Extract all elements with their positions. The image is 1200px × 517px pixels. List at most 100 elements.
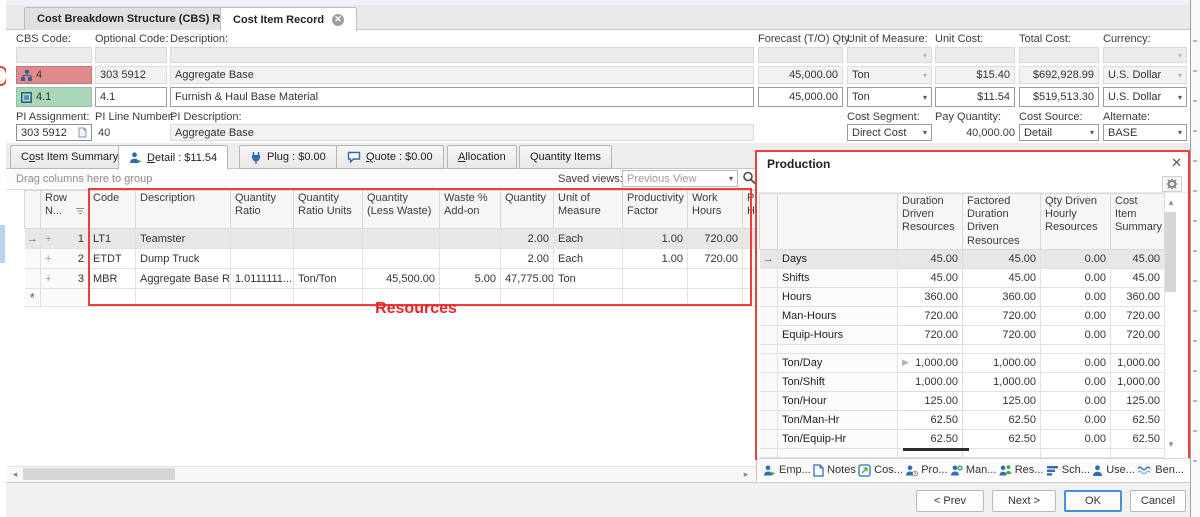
detail-grid-cell[interactable]: 45,500.00 <box>363 269 440 289</box>
production-row[interactable]: →Days45.0045.000.0045.00 <box>760 249 1165 268</box>
detail-grid-cell[interactable]: Each <box>554 249 623 269</box>
detail-grid-cell[interactable]: Each <box>554 229 623 249</box>
cost-source-dropdown[interactable]: Detail▾ <box>1019 124 1099 141</box>
detail-grid-cell[interactable]: Aggregate Base Rock <box>136 269 231 289</box>
tab-quantity-items[interactable]: Quantity Items <box>519 145 612 169</box>
detail-grid-cell[interactable]: 1.0111111... <box>231 269 294 289</box>
detail-grid-cell[interactable] <box>294 229 363 249</box>
col-quantity-less-waste[interactable]: Quantity (Less Waste) <box>363 191 440 229</box>
detail-grid-cell[interactable] <box>231 249 294 269</box>
col-quantity-ratio[interactable]: Quantity Ratio <box>231 191 294 229</box>
row-number-cell[interactable]: +2 <box>41 249 89 269</box>
tab-production[interactable]: Pro... <box>905 464 947 477</box>
col-productivity-factor[interactable]: Productivity Factor <box>623 191 688 229</box>
production-value-cell[interactable]: 1,000.00 <box>898 372 963 391</box>
production-row[interactable] <box>760 344 1165 353</box>
tab-user[interactable]: Use... <box>1092 464 1135 477</box>
search-icon[interactable] <box>742 170 756 186</box>
tab-resources[interactable]: Res... <box>999 464 1044 477</box>
production-value-cell[interactable]: 1,000.00 <box>963 372 1041 391</box>
production-value-cell[interactable]: 0.00 <box>1041 306 1111 325</box>
detail-grid-cell[interactable] <box>688 269 743 289</box>
production-value-cell[interactable] <box>1041 448 1111 457</box>
hscroll-thumb[interactable] <box>23 468 175 480</box>
tab-manage[interactable]: Man... <box>950 464 997 477</box>
production-value-cell[interactable]: 0.00 <box>1041 372 1111 391</box>
child-optional-code-input[interactable]: 4.1 <box>95 87 167 107</box>
detail-grid-row[interactable]: →+1LT1Teamster2.00Each1.00720.00 <box>25 229 759 249</box>
production-row[interactable]: Ton/Man-Hr62.5062.500.0062.50 <box>760 410 1165 429</box>
detail-grid-cell[interactable] <box>363 229 440 249</box>
detail-grid-hscrollbar[interactable]: ◂ ▸ <box>7 466 756 482</box>
production-value-cell[interactable]: 720.00 <box>1111 306 1165 325</box>
col-unit-of-measure[interactable]: Unit of Measure <box>554 191 623 229</box>
cancel-button[interactable]: Cancel <box>1130 490 1186 512</box>
production-value-cell[interactable]: 45.00 <box>1111 249 1165 268</box>
cost-segment-dropdown[interactable]: Direct Cost▾ <box>847 124 932 141</box>
production-row[interactable]: Ton/Hour125.00125.000.00125.00 <box>760 391 1165 410</box>
detail-grid-cell[interactable]: Ton <box>554 269 623 289</box>
col-row-number[interactable]: Row N... <box>41 191 89 229</box>
next-button[interactable]: Next > <box>992 490 1056 512</box>
col-qty-driven[interactable]: Qty Driven Hourly Resources <box>1041 194 1111 250</box>
row-expander-icon[interactable]: + <box>45 253 51 265</box>
production-value-cell[interactable]: 360.00 <box>898 287 963 306</box>
saved-views-dropdown[interactable]: Previous View▾ <box>622 170 738 187</box>
detail-grid-row[interactable]: +2ETDTDump Truck2.00Each1.00720.00 <box>25 249 759 269</box>
production-value-cell[interactable]: 360.00 <box>1111 287 1165 306</box>
tab-plug[interactable]: Plug : $0.00 <box>239 145 337 169</box>
detail-grid-cell[interactable]: MBR <box>89 269 136 289</box>
production-value-cell[interactable]: 45.00 <box>963 249 1041 268</box>
production-value-cell[interactable]: 0.00 <box>1041 353 1111 372</box>
production-value-cell[interactable]: 45.00 <box>898 268 963 287</box>
production-row[interactable]: Ton/Shift1,000.001,000.000.001,000.00 <box>760 372 1165 391</box>
detail-grid-cell[interactable] <box>440 229 501 249</box>
row-number-cell[interactable]: +1 <box>41 229 89 249</box>
production-value-cell[interactable]: 125.00 <box>898 391 963 410</box>
detail-grid-cell[interactable] <box>623 289 688 307</box>
ok-button[interactable]: OK <box>1064 490 1122 512</box>
child-cbs-code-cell[interactable]: 4.1 <box>16 87 92 107</box>
detail-grid-cell[interactable]: 1.00 <box>623 249 688 269</box>
detail-grid-cell[interactable] <box>623 269 688 289</box>
child-unit-cost-field[interactable]: $11.54 <box>935 87 1015 107</box>
production-value-cell[interactable]: 0.00 <box>1041 410 1111 429</box>
row-number-cell[interactable]: +3 <box>41 269 89 289</box>
production-value-cell[interactable]: 125.00 <box>1111 391 1165 410</box>
row-number-cell[interactable] <box>41 289 89 307</box>
production-value-cell[interactable] <box>1041 344 1111 353</box>
scroll-down-icon[interactable]: ▾ <box>1165 438 1177 451</box>
production-row[interactable]: Ton/Day▶1,000.001,000.000.001,000.00 <box>760 353 1165 372</box>
col-duration-driven[interactable]: Duration Driven Resources <box>898 194 963 250</box>
tab-benchmark[interactable]: Ben... <box>1137 464 1184 476</box>
document-icon[interactable] <box>78 127 87 138</box>
detail-grid-cell[interactable]: 720.00 <box>688 249 743 269</box>
production-value-cell[interactable]: 0.00 <box>1041 391 1111 410</box>
detail-grid-cell[interactable]: Teamster <box>136 229 231 249</box>
production-value-cell[interactable]: 720.00 <box>963 306 1041 325</box>
detail-grid-cell[interactable]: Dump Truck <box>136 249 231 269</box>
production-value-cell[interactable]: 0.00 <box>1041 325 1111 344</box>
detail-grid-row[interactable]: +3MBRAggregate Base Rock1.0111111...Ton/… <box>25 269 759 289</box>
production-value-cell[interactable]: 45.00 <box>1111 268 1165 287</box>
child-forecast-qty-input[interactable]: 45,000.00 <box>758 87 843 107</box>
production-value-cell[interactable]: 62.50 <box>898 429 963 448</box>
production-row[interactable]: Shifts45.0045.000.0045.00 <box>760 268 1165 287</box>
tab-quote[interactable]: Quote : $0.00 <box>336 145 444 169</box>
child-uom-dropdown[interactable]: Ton▾ <box>847 87 932 107</box>
col-cost-item-summary[interactable]: Cost Item Summary <box>1111 194 1165 250</box>
production-value-cell[interactable] <box>963 344 1041 353</box>
close-tab-icon[interactable]: ✕ <box>332 14 344 26</box>
production-value-cell[interactable] <box>1111 344 1165 353</box>
tab-detail[interactable]: Detail : $11.54 <box>118 145 228 170</box>
pi-assignment-field[interactable]: 303 5912 <box>16 124 92 141</box>
tab-cost-item-record[interactable]: Cost Item Record ✕ <box>220 7 357 31</box>
production-value-cell[interactable]: 45.00 <box>963 268 1041 287</box>
tab-employees[interactable]: Emp... <box>763 464 811 477</box>
col-code[interactable]: Code <box>89 191 136 229</box>
tab-cost[interactable]: Cos... <box>858 464 903 477</box>
detail-grid-cell[interactable] <box>554 289 623 307</box>
production-value-cell[interactable]: 62.50 <box>963 429 1041 448</box>
child-description-input[interactable]: Furnish & Haul Base Material <box>170 87 754 107</box>
production-value-cell[interactable]: 720.00 <box>1111 325 1165 344</box>
